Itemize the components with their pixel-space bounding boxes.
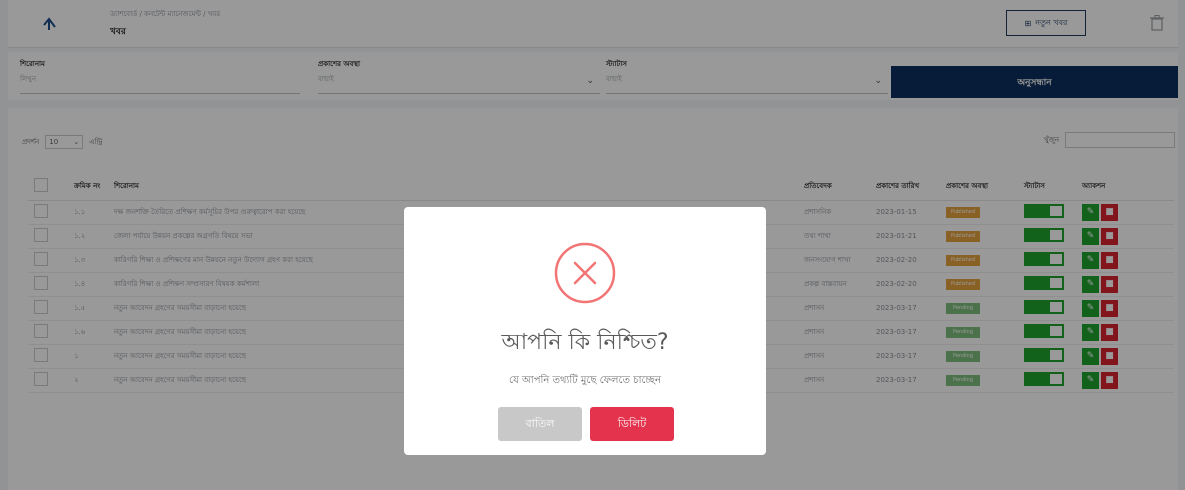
dialog-text: যে আপনি তথ্যটি মুছে ফেলতে চাচ্ছেন (509, 375, 661, 386)
confirm-dialog: আপনি কি নিশ্চিত? যে আপনি তথ্যটি মুছে ফেল… (404, 207, 766, 455)
cancel-button[interactable]: বাতিল (498, 407, 582, 441)
delete-confirm-button[interactable]: ডিলিট (590, 407, 674, 441)
error-x-icon (553, 241, 617, 305)
dialog-title: আপনি কি নিশ্চিত? (501, 330, 669, 355)
